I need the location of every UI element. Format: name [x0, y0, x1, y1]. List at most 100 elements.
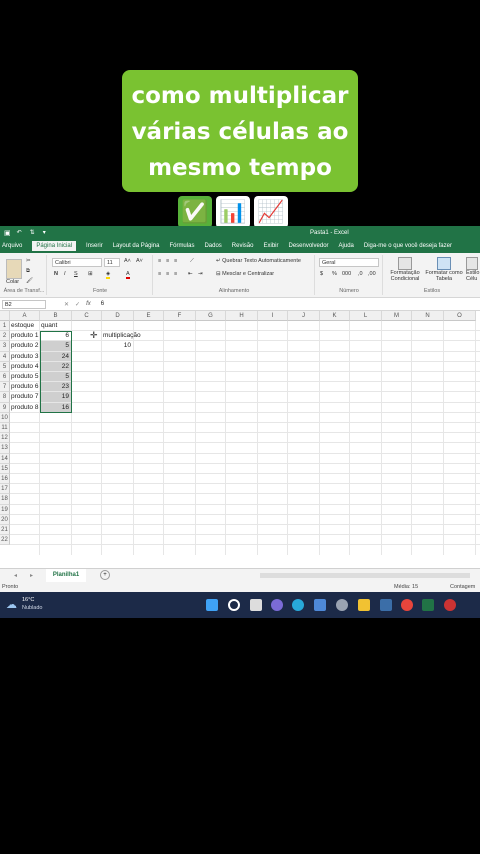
- column-header-O[interactable]: O: [444, 311, 476, 321]
- row-header-19[interactable]: 19: [0, 504, 10, 515]
- row-header-7[interactable]: 7: [0, 382, 10, 393]
- align-top-icon[interactable]: ≡: [158, 258, 161, 264]
- cell-B1[interactable]: quant: [41, 321, 57, 331]
- wrap-text-button[interactable]: ↵ Quebrar Texto Automaticamente: [216, 258, 301, 264]
- comma-icon[interactable]: 000: [342, 271, 351, 277]
- increase-indent-icon[interactable]: ⇥: [198, 271, 203, 277]
- tab-1[interactable]: Página Inicial: [32, 241, 77, 251]
- paste-button[interactable]: [6, 259, 22, 279]
- align-left-icon[interactable]: ≡: [158, 271, 161, 277]
- row-header-3[interactable]: 3: [0, 341, 10, 352]
- recorder-icon[interactable]: [444, 599, 456, 611]
- align-middle-icon[interactable]: ≡: [166, 258, 169, 264]
- row-header-8[interactable]: 8: [0, 392, 10, 403]
- column-header-I[interactable]: I: [258, 311, 288, 321]
- cell-A4[interactable]: produto 3: [11, 352, 38, 362]
- italic-icon[interactable]: I: [64, 271, 66, 277]
- orientation-icon[interactable]: ⟋: [190, 258, 194, 265]
- copy-icon[interactable]: ⧉: [26, 268, 30, 275]
- border-icon[interactable]: ⊞: [88, 271, 93, 277]
- row-header-21[interactable]: 21: [0, 525, 10, 536]
- column-header-E[interactable]: E: [134, 311, 164, 321]
- cut-icon[interactable]: ✂: [26, 258, 31, 264]
- increase-decimal-icon[interactable]: ,0: [358, 271, 363, 277]
- cell-styles-button[interactable]: Estilo Célu: [466, 257, 480, 282]
- sheet-scroll-left-icon[interactable]: ◂: [14, 572, 17, 579]
- row-header-5[interactable]: 5: [0, 361, 10, 372]
- underline-icon[interactable]: S: [74, 271, 78, 277]
- settings-icon[interactable]: [336, 599, 348, 611]
- cell-A5[interactable]: produto 4: [11, 362, 38, 372]
- row-header-15[interactable]: 15: [0, 463, 10, 474]
- conditional-format-button[interactable]: Formatação Condicional: [386, 257, 424, 282]
- row-header-18[interactable]: 18: [0, 494, 10, 505]
- select-all-corner[interactable]: [0, 311, 10, 321]
- tab-8[interactable]: Desenvolvedor: [289, 243, 329, 249]
- cell-A6[interactable]: produto 5: [11, 372, 38, 382]
- number-format-select[interactable]: Geral: [319, 258, 379, 267]
- row-header-13[interactable]: 13: [0, 443, 10, 454]
- format-table-button[interactable]: Formatar como Tabela: [424, 257, 464, 282]
- add-sheet-icon[interactable]: +: [100, 570, 110, 580]
- font-name-select[interactable]: Calibri: [52, 258, 102, 267]
- tab-9[interactable]: Ajuda: [339, 243, 354, 249]
- decrease-indent-icon[interactable]: ⇤: [188, 271, 193, 277]
- align-bottom-icon[interactable]: ≡: [174, 258, 177, 264]
- start-icon[interactable]: [206, 599, 218, 611]
- tab-0[interactable]: Arquivo: [2, 243, 22, 249]
- row-header-12[interactable]: 12: [0, 433, 10, 444]
- fill-color-icon[interactable]: ◈: [106, 271, 111, 279]
- undo-icon[interactable]: ↶: [17, 229, 22, 236]
- cell-A3[interactable]: produto 2: [11, 341, 38, 351]
- row-header-9[interactable]: 9: [0, 402, 10, 413]
- cell-A7[interactable]: produto 6: [11, 382, 38, 392]
- row-header-22[interactable]: 22: [0, 535, 10, 546]
- camera-icon[interactable]: [380, 599, 392, 611]
- column-header-K[interactable]: K: [320, 311, 350, 321]
- explorer-icon[interactable]: [358, 599, 370, 611]
- grow-font-icon[interactable]: A˄: [124, 258, 131, 264]
- merge-center-button[interactable]: ⊟ Mesclar e Centralizar: [216, 271, 274, 277]
- tab-5[interactable]: Dados: [204, 243, 221, 249]
- tab-2[interactable]: Inserir: [86, 243, 103, 249]
- column-header-A[interactable]: A: [10, 311, 40, 321]
- column-header-L[interactable]: L: [350, 311, 382, 321]
- edge-icon[interactable]: [292, 599, 304, 611]
- cell-A8[interactable]: produto 7: [11, 392, 38, 402]
- font-color-icon[interactable]: A: [126, 271, 130, 279]
- store-icon[interactable]: [314, 599, 326, 611]
- row-header-17[interactable]: 17: [0, 484, 10, 495]
- align-right-icon[interactable]: ≡: [174, 271, 177, 277]
- formula-input[interactable]: 6: [101, 301, 104, 307]
- column-header-B[interactable]: B: [40, 311, 72, 321]
- formula-cancel-icon[interactable]: ✕: [64, 301, 69, 308]
- cell-A9[interactable]: produto 8: [11, 403, 38, 413]
- save-icon[interactable]: ▣: [4, 229, 11, 237]
- task-view-icon[interactable]: [250, 599, 262, 611]
- currency-icon[interactable]: $: [320, 271, 323, 277]
- bold-icon[interactable]: N: [54, 271, 58, 277]
- search-icon[interactable]: [228, 599, 240, 611]
- row-header-20[interactable]: 20: [0, 514, 10, 525]
- tab-4[interactable]: Fórmulas: [169, 243, 194, 249]
- decrease-decimal-icon[interactable]: ,00: [368, 271, 376, 277]
- chat-icon[interactable]: [271, 599, 283, 611]
- formula-enter-icon[interactable]: ✓: [75, 301, 80, 308]
- column-header-C[interactable]: C: [72, 311, 102, 321]
- format-painter-icon[interactable]: 🖌: [26, 278, 33, 284]
- sheet-scroll-right-icon[interactable]: ▸: [30, 572, 33, 579]
- name-box[interactable]: B2: [2, 299, 46, 309]
- sort-icon[interactable]: ⇅: [30, 229, 35, 236]
- weather-icon[interactable]: ☁: [6, 598, 17, 611]
- align-center-icon[interactable]: ≡: [166, 271, 169, 277]
- customize-icon[interactable]: ▾: [43, 229, 46, 236]
- column-header-J[interactable]: J: [288, 311, 320, 321]
- row-header-2[interactable]: 2: [0, 331, 10, 342]
- horizontal-scrollbar[interactable]: [260, 573, 470, 578]
- fx-icon[interactable]: fx: [86, 301, 91, 307]
- cell-A2[interactable]: produto 1: [11, 331, 38, 341]
- chrome-icon[interactable]: [401, 599, 413, 611]
- row-header-4[interactable]: 4: [0, 351, 10, 362]
- row-header-6[interactable]: 6: [0, 372, 10, 383]
- column-header-G[interactable]: G: [196, 311, 226, 321]
